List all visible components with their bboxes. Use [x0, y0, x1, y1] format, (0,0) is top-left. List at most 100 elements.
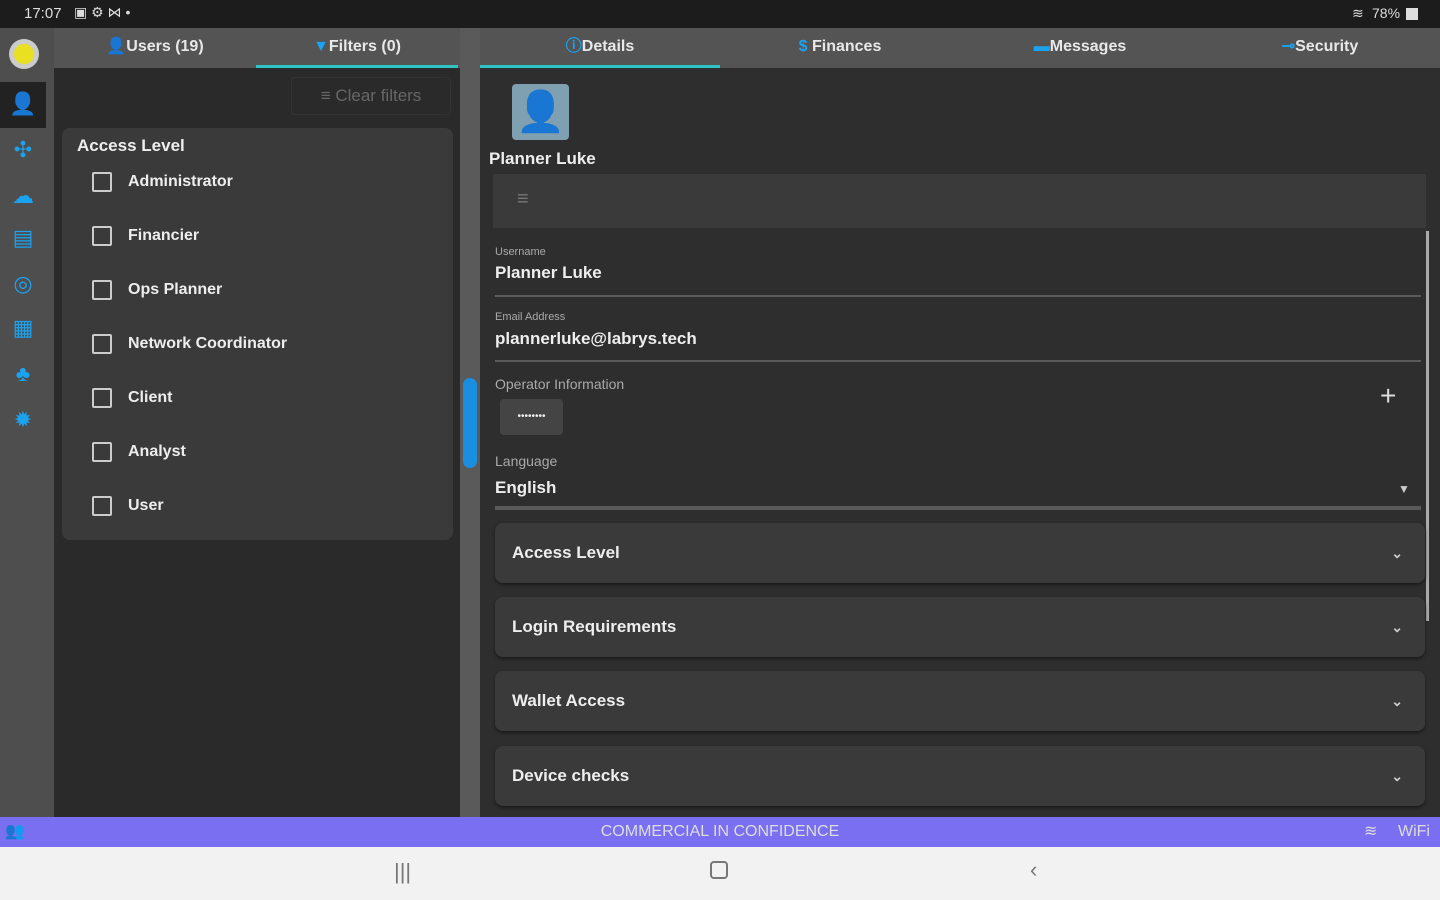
dollar-icon: $ — [798, 38, 812, 55]
settings-icon[interactable]: ✹ — [9, 406, 37, 434]
filter-option[interactable]: Analyst — [92, 440, 186, 464]
wifi-icon: ≋ — [1364, 823, 1378, 840]
group-icon[interactable]: ♣ — [9, 360, 37, 388]
scrollbar[interactable] — [1426, 231, 1429, 621]
filter-option[interactable]: Client — [92, 386, 172, 410]
status-time: 17:07 — [24, 5, 62, 22]
section-access-level[interactable]: Access Level ⌄ — [495, 523, 1425, 583]
tab-label: Finances — [811, 38, 882, 55]
profile-name: Planner Luke — [489, 149, 596, 168]
section-login-requirements[interactable]: Login Requirements ⌄ — [495, 597, 1425, 657]
email-field[interactable]: plannerluke@labrys.tech — [495, 329, 697, 349]
checkbox[interactable] — [92, 172, 112, 192]
tab-security[interactable]: ⊸Security — [1200, 28, 1440, 68]
checkbox[interactable] — [92, 442, 112, 462]
add-operator-icon[interactable]: + — [1380, 380, 1396, 412]
wifi-icon: ≋ — [1352, 5, 1364, 21]
right-tabs: ⓘDetails $ Finances ▬Messages ⊸Security — [480, 28, 1440, 68]
checkbox[interactable] — [92, 280, 112, 300]
checkbox[interactable] — [92, 226, 112, 246]
tab-messages[interactable]: ▬Messages — [960, 28, 1200, 68]
chevron-down-icon: ⌄ — [1391, 545, 1403, 561]
recents-icon[interactable]: ||| — [394, 859, 411, 885]
username-label: Username — [495, 246, 546, 258]
chevron-down-icon: ⌄ — [1391, 619, 1403, 635]
home-icon[interactable] — [710, 861, 728, 879]
clear-icon: ≡ — [320, 86, 336, 105]
message-icon: ▬ — [1033, 38, 1050, 55]
dropdown-arrow-icon[interactable]: ▼ — [1398, 482, 1410, 496]
checkbox[interactable] — [92, 496, 112, 516]
network-icon[interactable]: ✣ — [9, 136, 37, 164]
filter-option[interactable]: User — [92, 494, 164, 518]
users-icon[interactable]: 👤 — [9, 90, 37, 118]
battery-level: 78% — [1372, 5, 1401, 21]
left-tabs: 👤Users (19) ▼Filters (0) — [54, 28, 460, 68]
email-label: Email Address — [495, 311, 566, 323]
banner-text: COMMERCIAL IN CONFIDENCE — [600, 823, 840, 840]
classification-banner: 👥 COMMERCIAL IN CONFIDENCE ≋ WiFi — [0, 817, 1440, 847]
network-label: WiFi — [1398, 823, 1430, 840]
back-icon[interactable]: ‹ — [1030, 857, 1037, 883]
filter-option[interactable]: Administrator — [92, 170, 233, 194]
tab-filters[interactable]: ▼Filters (0) — [256, 28, 458, 68]
tab-label: Users (19) — [126, 38, 204, 55]
app-logo[interactable] — [9, 39, 39, 69]
filter-option[interactable]: Financier — [92, 224, 199, 248]
users-online-icon: 👥 — [5, 823, 25, 840]
section-label: Login Requirements — [512, 617, 677, 636]
option-label: Network Coordinator — [128, 335, 288, 352]
tab-label: Filters (0) — [328, 38, 401, 55]
tab-users[interactable]: 👤Users (19) — [54, 28, 256, 68]
section-label: Device checks — [512, 766, 630, 785]
menu-icon[interactable]: ≡ — [517, 188, 529, 211]
checkbox[interactable] — [92, 388, 112, 408]
filter-option[interactable]: Network Coordinator — [92, 332, 287, 356]
clear-filters-label: Clear filters — [335, 86, 422, 105]
operator-chip[interactable]: •••••••• — [500, 399, 563, 435]
chat-icon[interactable]: ▤ — [9, 224, 37, 252]
android-nav-bar: ||| ‹ — [0, 847, 1440, 900]
user-icon: 👤 — [106, 38, 127, 55]
details-panel: 👤 Planner Luke ≡ Username Planner Luke E… — [480, 68, 1440, 817]
filter-title: Access Level — [77, 136, 185, 155]
divider — [495, 506, 1421, 510]
filter-icon: ▼ — [313, 38, 329, 55]
profile-avatar-icon: 👤 — [512, 84, 569, 140]
section-label: Wallet Access — [512, 691, 626, 710]
access-level-filter-card: Access Level Administrator Financier Ops… — [62, 128, 453, 540]
username-field[interactable]: Planner Luke — [495, 263, 602, 283]
option-label: Administrator — [128, 173, 233, 190]
clear-filters-button[interactable]: ≡ Clear filters — [291, 77, 451, 115]
cloud-icon[interactable]: ☁ — [9, 182, 37, 210]
section-device-checks[interactable]: Device checks ⌄ — [495, 746, 1425, 806]
status-bar: 17:07 ▣ ⚙ ⋈ • ≋ 78% — [0, 0, 1440, 28]
section-wallet-access[interactable]: Wallet Access ⌄ — [495, 671, 1425, 731]
notification-icons: ▣ ⚙ ⋈ • — [74, 4, 131, 20]
tab-finances[interactable]: $ Finances — [720, 28, 960, 68]
media-icon[interactable]: ▦ — [9, 314, 37, 342]
filters-panel: ≡ Clear filters Access Level Administrat… — [54, 68, 460, 817]
tab-details[interactable]: ⓘDetails — [480, 28, 720, 68]
checkbox[interactable] — [92, 334, 112, 354]
option-label: Analyst — [128, 443, 186, 460]
filter-option[interactable]: Ops Planner — [92, 278, 222, 302]
operator-label: Operator Information — [495, 376, 625, 392]
divider — [495, 360, 1421, 362]
tab-label: Messages — [1049, 38, 1127, 55]
info-icon: ⓘ — [565, 38, 582, 55]
toolbar: ≡ — [493, 174, 1426, 228]
option-label: Ops Planner — [128, 281, 223, 298]
split-divider[interactable] — [460, 28, 480, 817]
divider-handle[interactable] — [463, 378, 477, 468]
key-icon: ⊸ — [1281, 38, 1296, 55]
option-label: User — [128, 497, 164, 514]
divider — [495, 295, 1421, 297]
language-select[interactable]: English — [495, 478, 556, 498]
tab-label: Security — [1295, 38, 1359, 55]
option-label: Financier — [128, 227, 200, 244]
chevron-down-icon: ⌄ — [1391, 693, 1403, 709]
target-icon[interactable]: ◎ — [9, 270, 37, 298]
side-rail: 👤 ✣ ☁ ▤ ◎ ▦ ♣ ✹ — [0, 28, 54, 817]
option-label: Client — [128, 389, 173, 406]
